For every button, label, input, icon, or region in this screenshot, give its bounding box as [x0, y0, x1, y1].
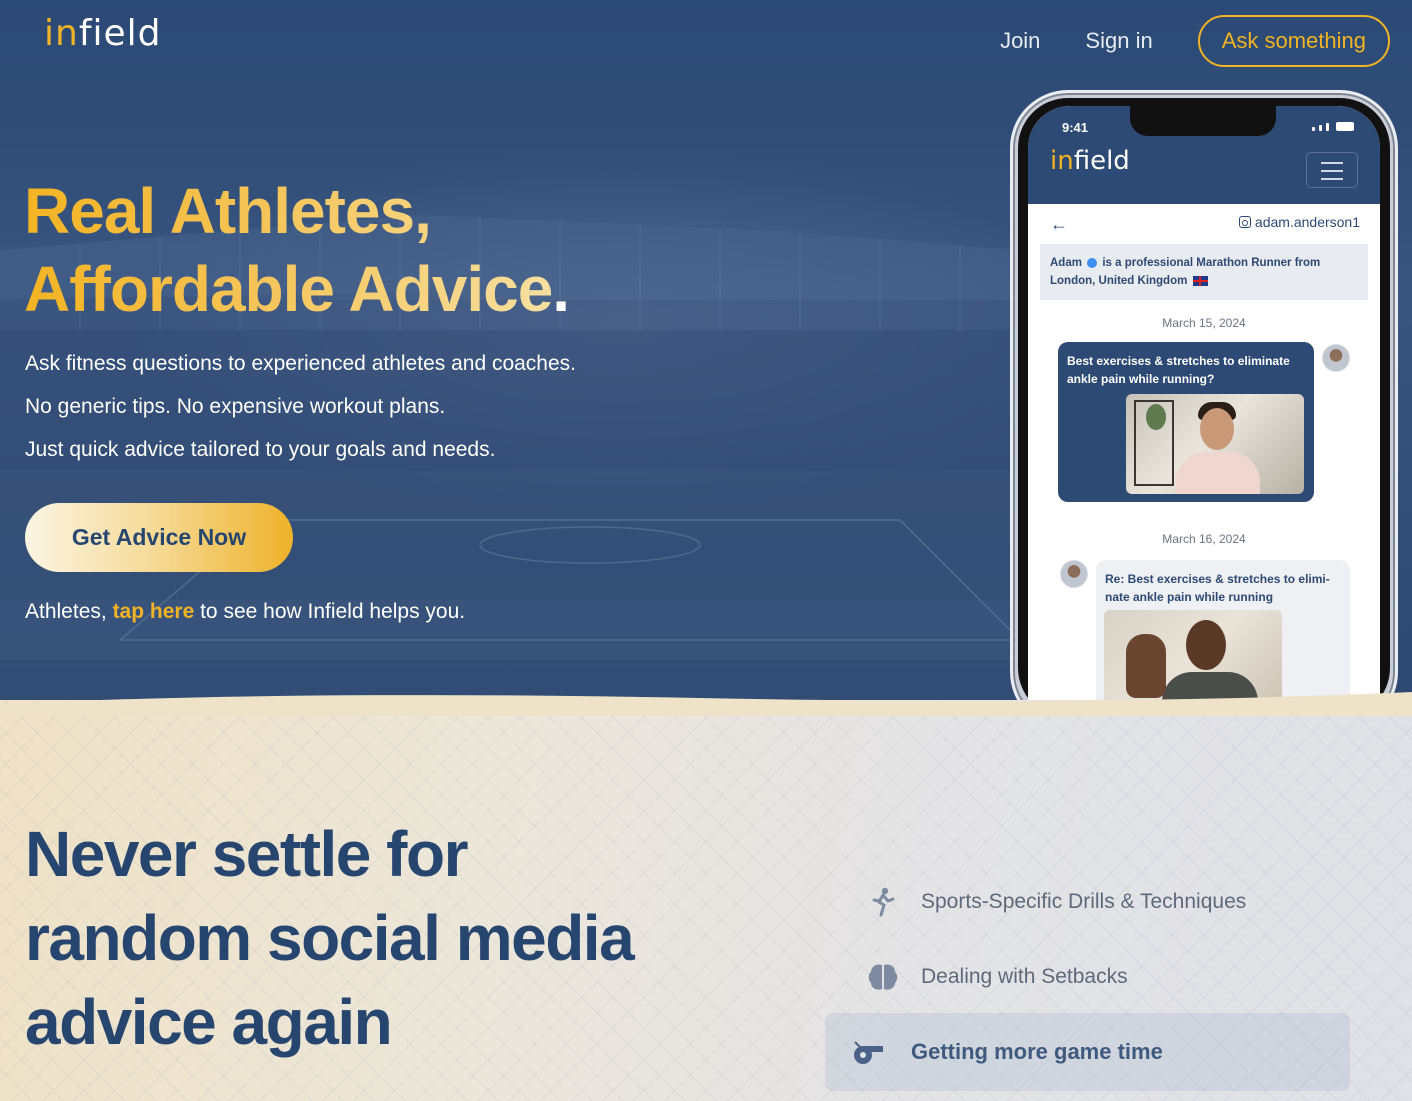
hero-subtext-3: Just quick advice tailored to your goals… [25, 438, 496, 461]
signin-link[interactable]: Sign in [1085, 15, 1152, 67]
question-text: Best exercises & stretches to eliminate … [1067, 354, 1290, 386]
question-bubble: Best exercises & stretches to eliminate … [1058, 342, 1314, 502]
feature-item-setbacks[interactable]: Dealing with Setbacks [865, 959, 1128, 995]
app-logo-rest: field [1073, 146, 1130, 176]
feature-label-setbacks: Dealing with Setbacks [921, 965, 1128, 988]
message-date-2: March 16, 2024 [1162, 532, 1246, 546]
hero-subtext-1: Ask fitness questions to experienced ath… [25, 352, 577, 375]
phone-screen: 9:41 infield ← adam.anderson1 Adam is a … [1028, 106, 1380, 710]
uk-flag-icon [1192, 275, 1208, 286]
athlete-bio: Adam is a professional Marathon Runner f… [1040, 244, 1368, 300]
message-date-1: March 15, 2024 [1162, 316, 1246, 330]
join-link[interactable]: Join [1000, 15, 1040, 67]
app-logo-accent: in [1050, 146, 1074, 176]
app-logo: infield [1050, 146, 1130, 176]
tap-here-link[interactable]: tap here [113, 600, 195, 623]
athletes-note: Athletes, tap here to see how Infield he… [25, 600, 465, 624]
athletes-post: to see how Infield helps you. [194, 600, 466, 623]
section-wave-divider [0, 692, 1412, 716]
bio-name: Adam [1050, 257, 1082, 269]
section-headline-line1: Never settle for [25, 818, 468, 890]
athletes-pre: Athletes, [25, 600, 113, 623]
hero-headline-line2: Affordable Advice [24, 253, 553, 325]
feature-label-game-time: Getting more game time [911, 1039, 1163, 1064]
hero-headline-line1: Real Athletes, [24, 172, 569, 250]
section-headline-line2: random social media [25, 902, 635, 974]
question-photo [1126, 394, 1304, 494]
logo-rest: field [78, 13, 162, 54]
get-advice-button[interactable]: Get Advice Now [25, 503, 293, 572]
feature-item-game-time[interactable]: Getting more game time [825, 1013, 1350, 1091]
logo[interactable]: infield [44, 12, 162, 68]
top-nav: Join Sign in Ask something [1000, 15, 1390, 67]
hero-headline-dot: . [552, 253, 570, 325]
section-headline-line3: advice again [25, 986, 393, 1058]
user-avatar [1322, 344, 1350, 372]
hero-headline: Real Athletes, Affordable Advice. [24, 172, 570, 328]
feature-item-drills[interactable]: Sports-Specific Drills & Techniques [865, 884, 1246, 920]
feature-label-drills: Sports-Specific Drills & Techniques [921, 890, 1247, 913]
features-section: Never settle for random social media adv… [0, 692, 1412, 1101]
logo-accent: in [44, 13, 79, 54]
status-icons [1312, 122, 1354, 131]
verified-icon [1087, 257, 1098, 268]
hero-subtext-2: No generic tips. No expensive workout pl… [25, 395, 446, 418]
instagram-icon [1238, 216, 1251, 228]
instagram-handle-text: adam.anderson1 [1254, 214, 1360, 230]
whistle-icon [851, 1034, 887, 1070]
battery-icon [1336, 122, 1354, 131]
menu-icon[interactable] [1306, 152, 1358, 188]
ask-something-button[interactable]: Ask something [1197, 15, 1390, 67]
phone-notch [1130, 106, 1276, 136]
status-time: 9:41 [1062, 120, 1089, 135]
athlete-avatar [1060, 560, 1088, 588]
runner-icon [865, 884, 901, 920]
back-arrow-icon[interactable]: ← [1050, 214, 1068, 235]
section-headline: Never settle for random social media adv… [25, 812, 635, 1064]
instagram-handle[interactable]: adam.anderson1 [1238, 214, 1360, 230]
reply-text: Re: Best exercises & stretches to elimi-… [1105, 572, 1330, 604]
brain-icon [865, 959, 901, 995]
